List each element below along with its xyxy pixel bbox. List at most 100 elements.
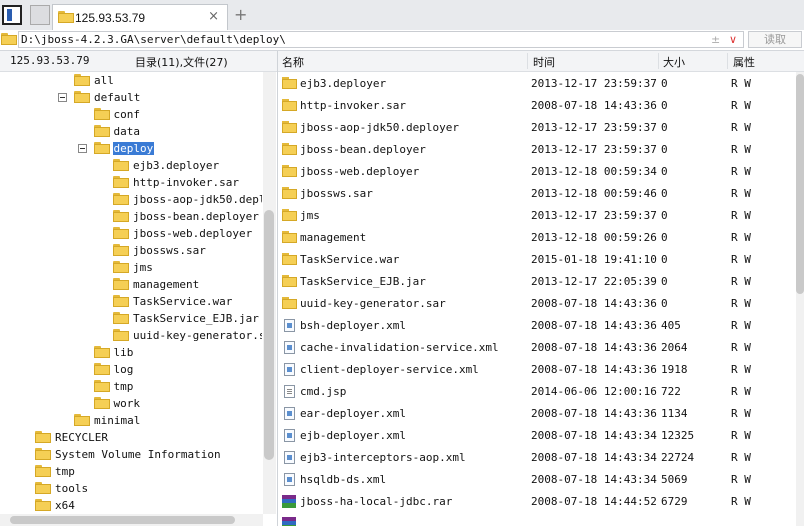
file-name: ear-deployer.xml — [300, 407, 406, 420]
file-row[interactable]: ejb-deployer.xml 2008-07-18 14:43:34 12325… — [278, 424, 796, 446]
close-icon[interactable]: × — [208, 9, 219, 24]
file-time: 2008-07-18 14:43:36 — [531, 363, 657, 376]
file-list-scrollbar[interactable] — [796, 72, 804, 526]
file-row[interactable]: jms 2013-12-17 23:59:37 0 R W — [278, 204, 796, 226]
item-count: 目录(11),文件(27) — [135, 56, 228, 69]
file-attr: R W — [731, 99, 751, 112]
tree-header: 125.93.53.79 目录(11),文件(27) — [0, 51, 277, 72]
file-name: management — [300, 231, 367, 244]
file-row[interactable]: management 2013-12-18 00:59:26 0 R W — [278, 226, 796, 248]
folder-icon — [282, 275, 297, 288]
file-time: 2008-07-18 14:43:34 — [531, 451, 657, 464]
folder-icon — [282, 99, 297, 112]
file-row[interactable]: ejb3-interceptors-aop.xml 2008-07-18 14:4… — [278, 446, 796, 468]
file-time: 2013-12-18 00:59:26 — [531, 231, 657, 244]
folder-icon — [93, 142, 110, 154]
column-time[interactable]: 时间 — [533, 54, 555, 70]
folder-icon — [35, 448, 51, 460]
file-row[interactable]: jboss-web.deployer 2013-12-18 00:59:34 0 R … — [278, 160, 796, 182]
file-row[interactable] — [278, 512, 796, 526]
collapse-icon[interactable] — [77, 144, 87, 153]
file-size: 5069 — [661, 473, 688, 486]
tab-connection[interactable]: 125.93.53.79 × — [52, 4, 228, 30]
file-name: jboss-bean.deployer — [300, 143, 426, 156]
folder-icon — [93, 380, 110, 392]
file-row[interactable]: uuid-key-generator.sar 2008-07-18 14:43:3… — [278, 292, 796, 314]
file-row[interactable]: jboss-bean.deployer 2013-12-17 23:59:37 0 R… — [278, 138, 796, 160]
file-row[interactable]: cache-invalidation-service.xml 2008-07-18… — [278, 336, 796, 358]
file-attr: R W — [731, 407, 751, 420]
file-row[interactable]: http-invoker.sar 2008-07-18 14:43:36 0 R W — [278, 94, 796, 116]
file-row[interactable]: TaskService_EJB.jar 2013-12-17 22:05:39 0 R… — [278, 270, 796, 292]
folder-icon — [1, 33, 17, 45]
folder-icon — [113, 244, 129, 256]
file-size: 1134 — [661, 407, 688, 420]
file-row[interactable]: ejb3.deployer 2013-12-17 23:59:37 0 R W — [278, 72, 796, 94]
file-size: 12325 — [661, 429, 695, 442]
file-attr: R W — [731, 77, 751, 90]
path-input[interactable]: D:\jboss-4.2.3.GA\server\default\deploy\… — [18, 31, 744, 48]
file-row[interactable]: hsqldb-ds.xml 2008-07-18 14:43:34 5069 R W — [278, 468, 796, 490]
tree-hscrollbar[interactable] — [0, 514, 263, 526]
file-time: 2008-07-18 14:43:36 — [531, 407, 657, 420]
file-row[interactable]: TaskService.war 2015-01-18 19:41:10 0 R W — [278, 248, 796, 270]
file-attr: R W — [731, 495, 751, 508]
tree-item-label: uuid-key-generator.sar — [133, 329, 262, 342]
clear-icon[interactable]: ± — [711, 33, 720, 46]
file-name: ejb3-interceptors-aop.xml — [300, 451, 466, 464]
folder-icon — [35, 499, 51, 511]
column-attr[interactable]: 属性 — [733, 54, 755, 70]
file-time: 2013-12-17 23:59:37 — [531, 121, 657, 134]
file-list-header: 名称 时间 大小 属性 — [278, 51, 804, 72]
file-name: ejb-deployer.xml — [300, 429, 406, 442]
file-row[interactable]: jboss-ha-local-jdbc.rar 2008-07-18 14:44:… — [278, 490, 796, 512]
tree-scrollbar[interactable] — [263, 72, 276, 514]
file-icon — [284, 363, 295, 376]
folder-icon — [282, 165, 297, 178]
chevron-down-icon[interactable]: ∨ — [729, 33, 737, 46]
file-row[interactable]: bsh-deployer.xml 2008-07-18 14:43:36 405 R … — [278, 314, 796, 336]
file-time: 2015-01-18 19:41:10 — [531, 253, 657, 266]
folder-icon — [113, 227, 129, 239]
file-row[interactable]: jboss-aop-jdk50.deployer 2013-12-17 23:59… — [278, 116, 796, 138]
folder-icon — [113, 329, 129, 341]
read-button[interactable]: 读取 — [748, 31, 802, 48]
tree-item-label: all — [94, 74, 114, 87]
folder-icon — [282, 121, 297, 134]
folder-icon — [113, 312, 129, 324]
column-name[interactable]: 名称 — [282, 54, 304, 70]
add-tab-icon[interactable]: + — [234, 5, 247, 24]
file-row[interactable]: cmd.jsp 2014-06-06 12:00:16 722 R W — [278, 380, 796, 402]
file-icon — [284, 407, 295, 420]
file-size: 22724 — [661, 451, 695, 464]
tree-item-label: TaskService.war — [133, 295, 233, 308]
file-attr: R W — [731, 209, 751, 222]
file-name: cache-invalidation-service.xml — [300, 341, 499, 354]
file-row[interactable]: ear-deployer.xml 2008-07-18 14:43:36 1134 R… — [278, 402, 796, 424]
tree-item-label: conf — [113, 108, 141, 121]
file-time: 2013-12-17 23:59:37 — [531, 77, 657, 90]
tree-item-label: tmp — [113, 380, 134, 393]
rar-icon — [282, 495, 296, 508]
file-attr: R W — [731, 297, 751, 310]
column-size[interactable]: 大小 — [663, 54, 685, 70]
folder-icon — [282, 187, 297, 200]
file-time: 2014-06-06 12:00:16 — [531, 385, 657, 398]
folder-icon — [74, 91, 90, 103]
file-size: 0 — [661, 231, 668, 244]
file-attr: R W — [731, 451, 751, 464]
file-time: 2008-07-18 14:44:52 — [531, 495, 657, 508]
file-row[interactable]: client-deployer-service.xml 2008-07-18 14… — [278, 358, 796, 380]
new-window-icon[interactable] — [30, 5, 50, 25]
file-time: 2008-07-18 14:43:34 — [531, 473, 657, 486]
panel-toggle-icon[interactable] — [2, 5, 22, 25]
file-name: uuid-key-generator.sar — [300, 297, 446, 310]
tab-label: 125.93.53.79 — [75, 11, 146, 25]
folder-icon — [93, 108, 110, 120]
tree-item-label: tools — [55, 482, 89, 495]
file-size: 0 — [661, 77, 668, 90]
collapse-icon[interactable] — [58, 93, 67, 102]
file-row[interactable]: jbossws.sar 2013-12-18 00:59:46 0 R W — [278, 182, 796, 204]
folder-icon — [113, 295, 129, 307]
file-time: 2008-07-18 14:43:34 — [531, 429, 657, 442]
